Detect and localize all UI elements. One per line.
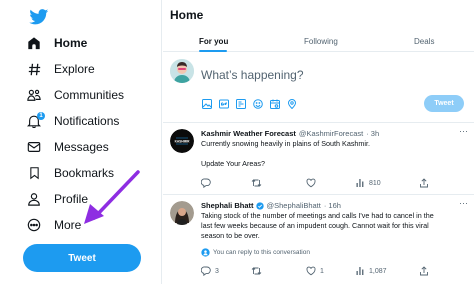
tweet-text-line: Update Your Areas? (201, 159, 265, 168)
tweet-actions: 3 1 1,087 (201, 266, 466, 278)
tweet-text-line: Currently snowing heavily in plains of S… (201, 139, 370, 148)
poll-icon[interactable] (235, 98, 246, 109)
reply-permission-note: You can reply to this conversation (201, 248, 310, 257)
reply-button[interactable]: 3 (201, 266, 219, 276)
like-count: 1 (320, 267, 324, 275)
sidebar-item-home[interactable]: Home (26, 31, 87, 55)
envelope-icon (26, 139, 42, 155)
communities-icon (26, 87, 42, 103)
reply-icon (201, 178, 211, 188)
tweet-time[interactable]: · 16h (324, 201, 341, 210)
views-count[interactable]: 1,087 (355, 266, 387, 276)
tweet-text: Currently snowing heavily in plains of S… (201, 139, 466, 169)
like-button[interactable] (306, 178, 316, 188)
compose-input[interactable]: What’s happening? (201, 68, 304, 82)
reply-icon (201, 266, 211, 276)
author-name[interactable]: Shephali Bhatt (201, 201, 254, 210)
timeline-tabs: For you Following Deals (163, 30, 474, 52)
svg-text:KASHMIR: KASHMIR (175, 139, 191, 143)
twitter-bird-icon[interactable] (29, 9, 49, 25)
home-icon (26, 35, 42, 51)
sidebar-item-profile[interactable]: Profile (26, 187, 88, 211)
divider (163, 122, 474, 123)
avatar[interactable] (170, 59, 194, 83)
main-timeline: Home For you Following Deals What’s happ… (163, 0, 474, 284)
heart-icon (306, 178, 316, 188)
reply-note-text: You can reply to this conversation (213, 249, 310, 256)
avatar[interactable] (170, 201, 194, 225)
sidebar-item-label: Messages (54, 140, 109, 154)
share-button[interactable] (419, 266, 429, 276)
views-icon (356, 267, 364, 275)
share-icon (420, 266, 428, 276)
mention-icon (201, 248, 210, 257)
tab-for-you[interactable]: For you (199, 37, 228, 46)
more-circle-icon (26, 217, 42, 233)
sidebar-item-label: Communities (54, 88, 125, 102)
retweet-icon (251, 267, 262, 275)
avatar[interactable]: KASHMIR (170, 129, 194, 153)
tweet-text-line: last few weeks because of an impudent co… (201, 221, 429, 230)
tweet-text-line: season to be over. (201, 231, 260, 240)
compose-toolbar (201, 98, 297, 109)
tab-following[interactable]: Following (304, 37, 338, 46)
hashtag-icon (26, 61, 42, 77)
schedule-icon[interactable] (269, 98, 280, 109)
sidebar-item-explore[interactable]: Explore (26, 57, 95, 81)
person-icon (26, 191, 42, 207)
tweet-text-line: Taking stock of the number of meetings a… (201, 211, 434, 220)
tweet-actions: 810 (201, 178, 466, 190)
location-icon[interactable] (286, 98, 297, 109)
sidebar: Home Explore Communities Notifications 1… (0, 0, 162, 284)
sidebar-item-messages[interactable]: Messages (26, 135, 109, 159)
author-handle[interactable]: @KashmirForecast (299, 129, 363, 138)
verified-badge-icon (255, 201, 264, 210)
sidebar-item-label: Notifications (54, 114, 120, 128)
retweet-button[interactable] (251, 266, 262, 276)
reply-count: 3 (215, 267, 219, 275)
active-tab-indicator (199, 50, 227, 52)
tweet-header: Kashmir Weather Forecast @KashmirForecas… (201, 129, 379, 138)
tweet-text-line (201, 149, 466, 159)
share-button[interactable] (419, 178, 429, 188)
tweet-time[interactable]: · 3h (366, 129, 379, 138)
notification-badge: 1 (37, 112, 45, 120)
retweet-button[interactable] (251, 178, 262, 188)
author-handle[interactable]: @ShephaliBhatt (267, 201, 321, 210)
emoji-icon[interactable] (252, 98, 263, 109)
share-icon (420, 178, 428, 188)
heart-icon (306, 266, 316, 276)
views-icon (356, 179, 364, 187)
gif-icon[interactable] (218, 98, 229, 109)
sidebar-item-label: More (54, 218, 82, 232)
compose-tweet-button[interactable]: Tweet (424, 95, 464, 112)
divider (163, 194, 474, 195)
views-count-label: 810 (369, 179, 381, 187)
pointer-arrow-icon (84, 170, 140, 224)
retweet-icon (251, 179, 262, 187)
author-name[interactable]: Kashmir Weather Forecast (201, 129, 296, 138)
more-options-icon[interactable]: ··· (459, 126, 468, 136)
tweet-button[interactable]: Tweet (23, 244, 141, 272)
tab-deals[interactable]: Deals (414, 37, 434, 46)
tweet-text: Taking stock of the number of meetings a… (201, 211, 466, 241)
tweet-header: Shephali Bhatt @ShephaliBhatt · 16h (201, 201, 341, 210)
reply-button[interactable] (201, 178, 211, 188)
sidebar-item-label: Explore (54, 62, 95, 76)
sidebar-item-communities[interactable]: Communities (26, 83, 124, 107)
sidebar-item-more[interactable]: More (26, 213, 81, 237)
image-icon[interactable] (201, 98, 212, 109)
sidebar-item-label: Home (54, 36, 88, 50)
like-button[interactable]: 1 (306, 266, 324, 276)
views-count[interactable]: 810 (355, 178, 381, 188)
more-options-icon[interactable]: ··· (459, 198, 468, 208)
bookmark-icon (26, 165, 42, 181)
views-count-label: 1,087 (369, 267, 387, 275)
page-title: Home (170, 8, 204, 22)
